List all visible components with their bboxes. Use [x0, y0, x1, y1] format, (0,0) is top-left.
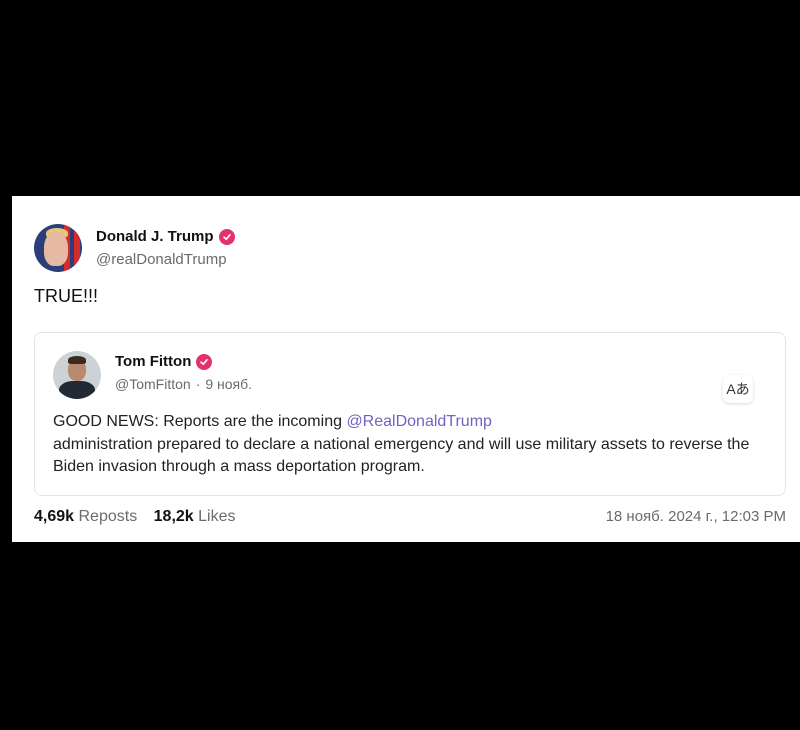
reposts-stat[interactable]: 4,69k Reposts [34, 508, 142, 525]
quoted-post-card[interactable]: Tom Fitton @TomFitton · 9 нояб. Aあ GOOD NE… [34, 332, 786, 496]
quote-author-handle[interactable]: @TomFitton [115, 376, 191, 392]
quote-avatar-body [59, 381, 95, 399]
quote-avatar[interactable] [53, 351, 101, 399]
stats: 4,69k Reposts 18,2k Likes [34, 508, 248, 526]
avatar[interactable] [34, 224, 82, 272]
quote-date: 9 нояб. [205, 376, 253, 392]
author-handle[interactable]: @realDonaldTrump [96, 251, 235, 268]
post-footer: 4,69k Reposts 18,2k Likes 18 нояб. 2024 … [34, 508, 786, 526]
quote-body: GOOD NEWS: Reports are the incoming @Rea… [53, 411, 773, 479]
reposts-count: 4,69k [34, 508, 75, 525]
quote-name-row: Tom Fitton [115, 353, 252, 370]
author-block: Donald J. Trump @realDonaldTrump [96, 228, 235, 268]
verified-badge-icon [218, 228, 235, 245]
reposts-label: Reposts [78, 508, 138, 525]
quote-header: Tom Fitton @TomFitton · 9 нояб. [53, 351, 252, 399]
quote-body-prefix: GOOD NEWS: Reports are the incoming [53, 413, 342, 430]
quote-meta: @TomFitton · 9 нояб. [115, 376, 252, 392]
quote-author-name[interactable]: Tom Fitton [115, 353, 191, 370]
author-name[interactable]: Donald J. Trump [96, 228, 214, 245]
post-header: Donald J. Trump @realDonaldTrump [34, 224, 235, 272]
avatar-stripe [74, 224, 80, 272]
page: Donald J. Trump @realDonaldTrump TRUE!!! [0, 0, 800, 730]
quote-avatar-hair [68, 356, 86, 364]
avatar-face [44, 232, 68, 266]
post-card: Donald J. Trump @realDonaldTrump TRUE!!! [12, 196, 800, 542]
quote-author-block: Tom Fitton @TomFitton · 9 нояб. [115, 353, 252, 392]
likes-stat[interactable]: 18,2k Likes [154, 508, 236, 525]
likes-label: Likes [198, 508, 236, 525]
verified-badge-icon [196, 353, 213, 370]
quote-body-suffix: administration prepared to declare a nat… [53, 435, 750, 476]
likes-count: 18,2k [153, 508, 194, 525]
meta-separator: · [195, 376, 201, 392]
mention-link[interactable]: @RealDonaldTrump [346, 413, 491, 430]
timestamp[interactable]: 18 нояб. 2024 г., 12:03 PM [606, 508, 786, 526]
translate-icon[interactable]: Aあ [723, 375, 753, 403]
post-text: TRUE!!! [34, 286, 99, 306]
name-row: Donald J. Trump [96, 228, 235, 245]
